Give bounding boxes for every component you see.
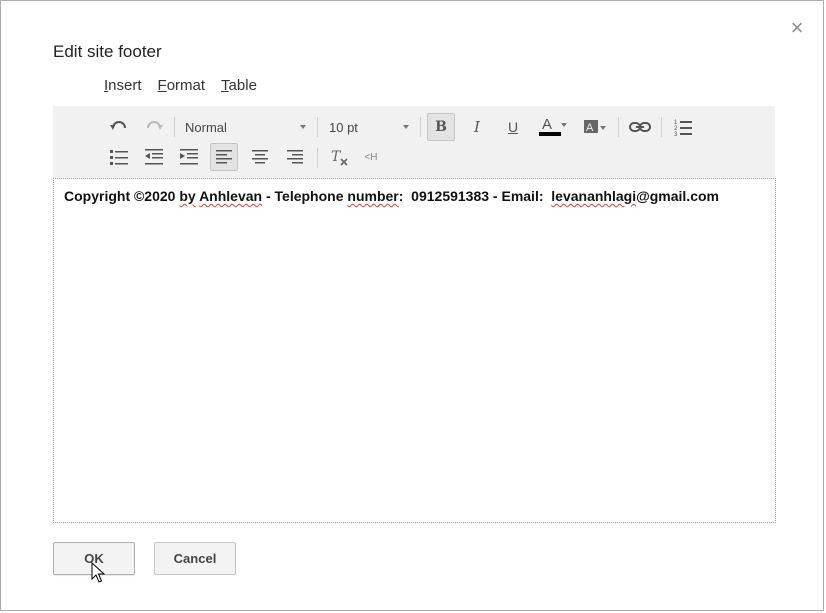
cancel-button[interactable]: Cancel bbox=[154, 542, 236, 575]
toolbar-separator bbox=[420, 117, 421, 137]
italic-icon: I bbox=[474, 118, 480, 136]
align-center-icon bbox=[252, 150, 268, 164]
redo-icon bbox=[147, 121, 163, 130]
increase-indent-icon bbox=[180, 149, 198, 165]
bold-button[interactable]: B bbox=[427, 113, 455, 141]
close-icon[interactable]: × bbox=[789, 17, 805, 39]
chevron-down-icon bbox=[403, 125, 409, 129]
paragraph-style-select[interactable]: Normal bbox=[185, 114, 306, 140]
toolbar-separator bbox=[174, 117, 175, 137]
undo-icon bbox=[110, 121, 126, 130]
paragraph-style-value: Normal bbox=[185, 119, 227, 135]
link-icon bbox=[629, 122, 651, 132]
toolbar-separator bbox=[618, 117, 619, 137]
toolbar-separator bbox=[661, 117, 662, 137]
chevron-down-icon bbox=[300, 125, 306, 129]
numbered-list-icon: 1 2 3 bbox=[674, 120, 692, 136]
clear-formatting-button[interactable]: T bbox=[325, 143, 353, 171]
mouse-pointer-icon bbox=[91, 562, 105, 583]
bulleted-list-icon bbox=[110, 150, 128, 165]
svg-text:3: 3 bbox=[674, 132, 678, 136]
edit-footer-dialog: × Edit site footer Insert Format Table N… bbox=[0, 0, 824, 611]
menu-bar: Insert Format Table bbox=[104, 77, 257, 94]
align-right-icon bbox=[287, 150, 303, 164]
align-left-icon bbox=[216, 150, 232, 164]
highlight-color-button[interactable]: A bbox=[579, 113, 609, 141]
dialog-title: Edit site footer bbox=[53, 42, 162, 61]
decrease-indent-icon bbox=[145, 149, 163, 165]
increase-indent-button[interactable] bbox=[175, 143, 203, 171]
text-color-button[interactable]: A bbox=[535, 113, 567, 141]
insert-link-button[interactable] bbox=[626, 113, 654, 141]
text-color-icon: A bbox=[539, 116, 567, 138]
font-size-value: 10 pt bbox=[329, 119, 358, 135]
footer-editor[interactable]: Copyright ©2020 by Anhlevan - Telephone … bbox=[53, 178, 776, 523]
svg-text:T: T bbox=[331, 149, 342, 165]
html-source-button[interactable]: <H bbox=[357, 143, 385, 171]
editor-toolbar: Normal 10 pt B I U A A 1 2 3 T <H bbox=[53, 106, 775, 178]
highlight-color-icon: A bbox=[584, 120, 606, 134]
html-source-icon: <H bbox=[364, 151, 378, 163]
menu-format[interactable]: Format bbox=[158, 77, 206, 94]
numbered-list-button[interactable]: 1 2 3 bbox=[669, 113, 697, 141]
menu-insert[interactable]: Insert bbox=[104, 77, 142, 94]
decrease-indent-button[interactable] bbox=[140, 143, 168, 171]
underline-button[interactable]: U bbox=[499, 113, 527, 141]
bold-icon: B bbox=[435, 119, 447, 135]
align-left-button[interactable] bbox=[210, 143, 238, 171]
underline-icon: U bbox=[507, 119, 519, 135]
font-size-select[interactable]: 10 pt bbox=[329, 114, 409, 140]
toolbar-separator bbox=[317, 148, 318, 168]
bulleted-list-button[interactable] bbox=[105, 143, 133, 171]
align-center-button[interactable] bbox=[246, 143, 274, 171]
italic-button[interactable]: I bbox=[463, 113, 491, 141]
toolbar-separator bbox=[317, 117, 318, 137]
align-right-button[interactable] bbox=[281, 143, 309, 171]
svg-text:A: A bbox=[586, 122, 594, 134]
menu-table[interactable]: Table bbox=[221, 77, 257, 94]
redo-button[interactable] bbox=[140, 113, 168, 141]
clear-formatting-icon: T bbox=[331, 149, 348, 166]
undo-button[interactable] bbox=[105, 113, 133, 141]
footer-text: Copyright ©2020 by Anhlevan - Telephone … bbox=[64, 188, 719, 204]
